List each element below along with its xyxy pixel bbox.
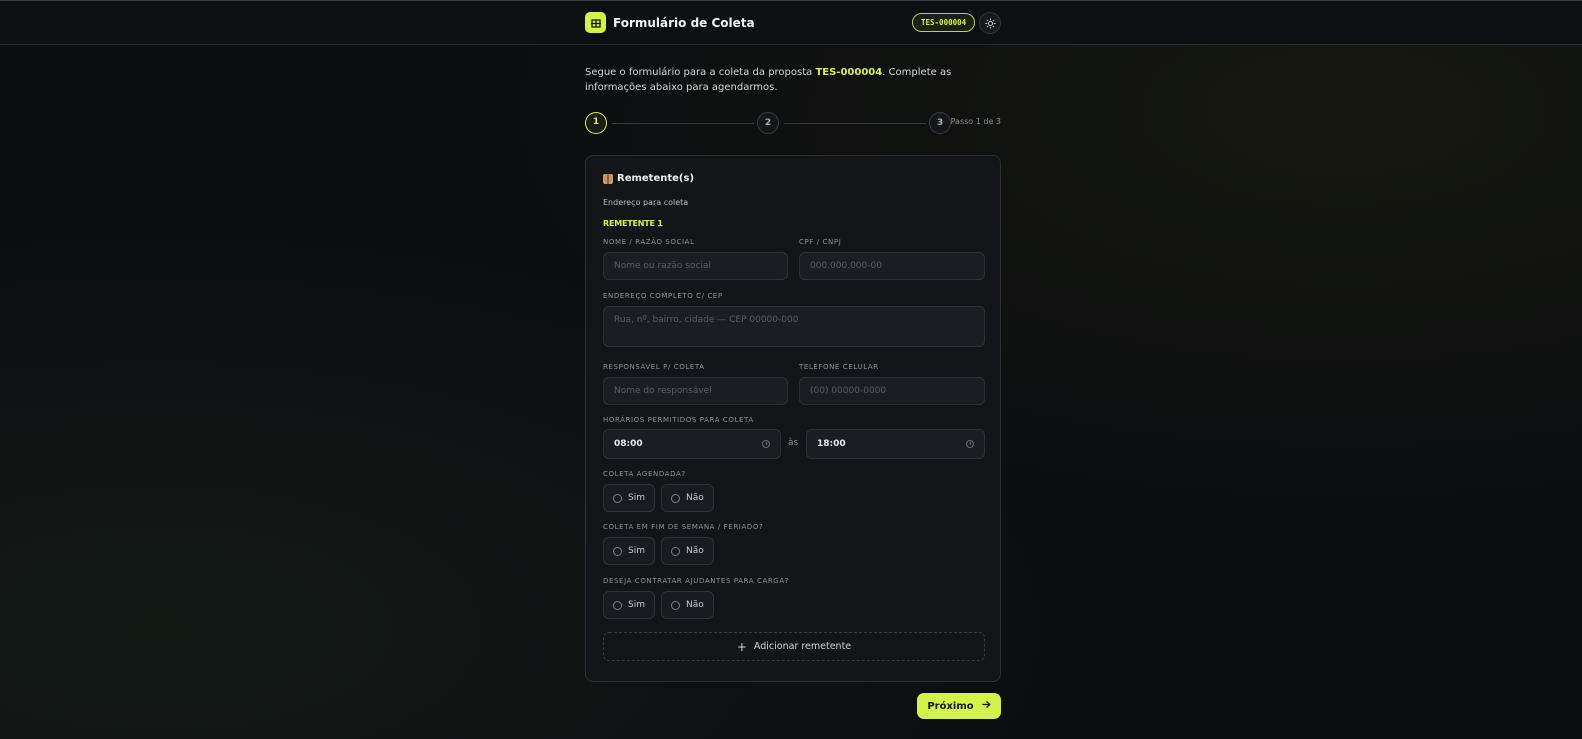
theme-toggle-button[interactable] xyxy=(979,12,1001,34)
plus-icon: + xyxy=(736,639,747,654)
proposal-badge: TES-000004 xyxy=(912,13,976,32)
start-time-input[interactable]: 08:00 xyxy=(603,429,781,459)
radio-label: Não xyxy=(686,546,704,556)
end-time-input[interactable]: 18:00 xyxy=(806,429,985,459)
step-connector xyxy=(612,122,754,124)
add-sender-label: Adicionar remetente xyxy=(753,641,852,652)
address-label: ENDEREÇO COMPLETO C/ CEP xyxy=(603,292,723,300)
weekend-no-radio[interactable]: Não xyxy=(661,537,714,565)
time-separator: às xyxy=(788,438,799,448)
question-weekend-label: COLETA EM FIM DE SEMANA / FERIADO? xyxy=(603,523,764,531)
intro-text: Segue o formulário para a coleta da prop… xyxy=(585,65,1005,95)
responsible-input[interactable] xyxy=(603,377,788,405)
section-subtitle: Endereço para coleta xyxy=(603,198,689,207)
add-sender-button[interactable]: + Adicionar remetente xyxy=(603,632,985,661)
doc-label: CPF / CNPJ xyxy=(799,238,842,246)
radio-circle-icon xyxy=(613,493,622,503)
weekend-yes-radio[interactable]: Sim xyxy=(603,537,655,565)
radio-circle-icon xyxy=(671,600,680,610)
radio-label: Sim xyxy=(628,493,645,503)
arrow-right-icon xyxy=(981,700,991,712)
radio-label: Não xyxy=(686,493,704,503)
radio-circle-icon xyxy=(671,546,680,556)
radio-label: Sim xyxy=(628,546,645,556)
start-time-value: 08:00 xyxy=(614,439,643,449)
sender-label: REMETENTE 1 xyxy=(603,219,663,228)
step-connector xyxy=(784,122,926,124)
phone-label: TELEFONE CELULAR xyxy=(799,363,879,371)
responsible-label: RESPONSÁVEL P/ COLETA xyxy=(603,363,705,371)
scheduled-no-radio[interactable]: Não xyxy=(661,484,714,512)
section-title-text: Remetente(s) xyxy=(617,173,695,184)
sender-card: Remetente(s) Endereço para coleta REMETE… xyxy=(585,155,1001,682)
package-icon xyxy=(603,173,613,184)
step-1[interactable]: 1 xyxy=(585,112,607,134)
intro-proposal-code: TES-000004 xyxy=(815,67,883,78)
next-button[interactable]: Próximo xyxy=(917,693,1001,719)
phone-input[interactable] xyxy=(799,377,985,405)
intro-text-start: Segue o formulário para a coleta da prop… xyxy=(585,67,816,78)
step-3[interactable]: 3 xyxy=(929,112,951,134)
app-header: Formulário de Coleta TES-000004 xyxy=(0,1,1582,45)
section-title: Remetente(s) xyxy=(603,173,694,184)
app-title: Formulário de Coleta xyxy=(613,15,755,30)
radio-circle-icon xyxy=(613,546,622,556)
name-label: NOME / RAZÃO SOCIAL xyxy=(603,238,695,246)
step-2[interactable]: 2 xyxy=(757,112,779,134)
radio-label: Não xyxy=(686,600,704,610)
step-progress-label: Passo 1 de 3 xyxy=(950,117,1001,126)
scheduled-yes-radio[interactable]: Sim xyxy=(603,484,655,512)
helpers-no-radio[interactable]: Não xyxy=(661,591,714,619)
stepper: 1 2 3 Passo 1 de 3 xyxy=(585,112,1001,134)
radio-circle-icon xyxy=(671,493,680,503)
helpers-yes-radio[interactable]: Sim xyxy=(603,591,655,619)
question-helpers-label: DESEJA CONTRATAR AJUDANTES PARA CARGA? xyxy=(603,577,790,585)
end-time-value: 18:00 xyxy=(817,439,846,449)
question-scheduled-label: COLETA AGENDADA? xyxy=(603,470,686,478)
clock-icon xyxy=(762,440,770,448)
building-icon xyxy=(585,12,606,33)
radio-label: Sim xyxy=(628,600,645,610)
brand: Formulário de Coleta xyxy=(585,12,755,33)
sun-icon xyxy=(984,14,996,33)
name-input[interactable] xyxy=(603,252,788,280)
clock-icon xyxy=(966,440,974,448)
address-textarea[interactable] xyxy=(603,306,985,347)
next-button-label: Próximo xyxy=(927,700,974,712)
doc-input[interactable] xyxy=(799,252,985,280)
hours-label: HORÁRIOS PERMITIDOS PARA COLETA xyxy=(603,416,754,424)
radio-circle-icon xyxy=(613,600,622,610)
